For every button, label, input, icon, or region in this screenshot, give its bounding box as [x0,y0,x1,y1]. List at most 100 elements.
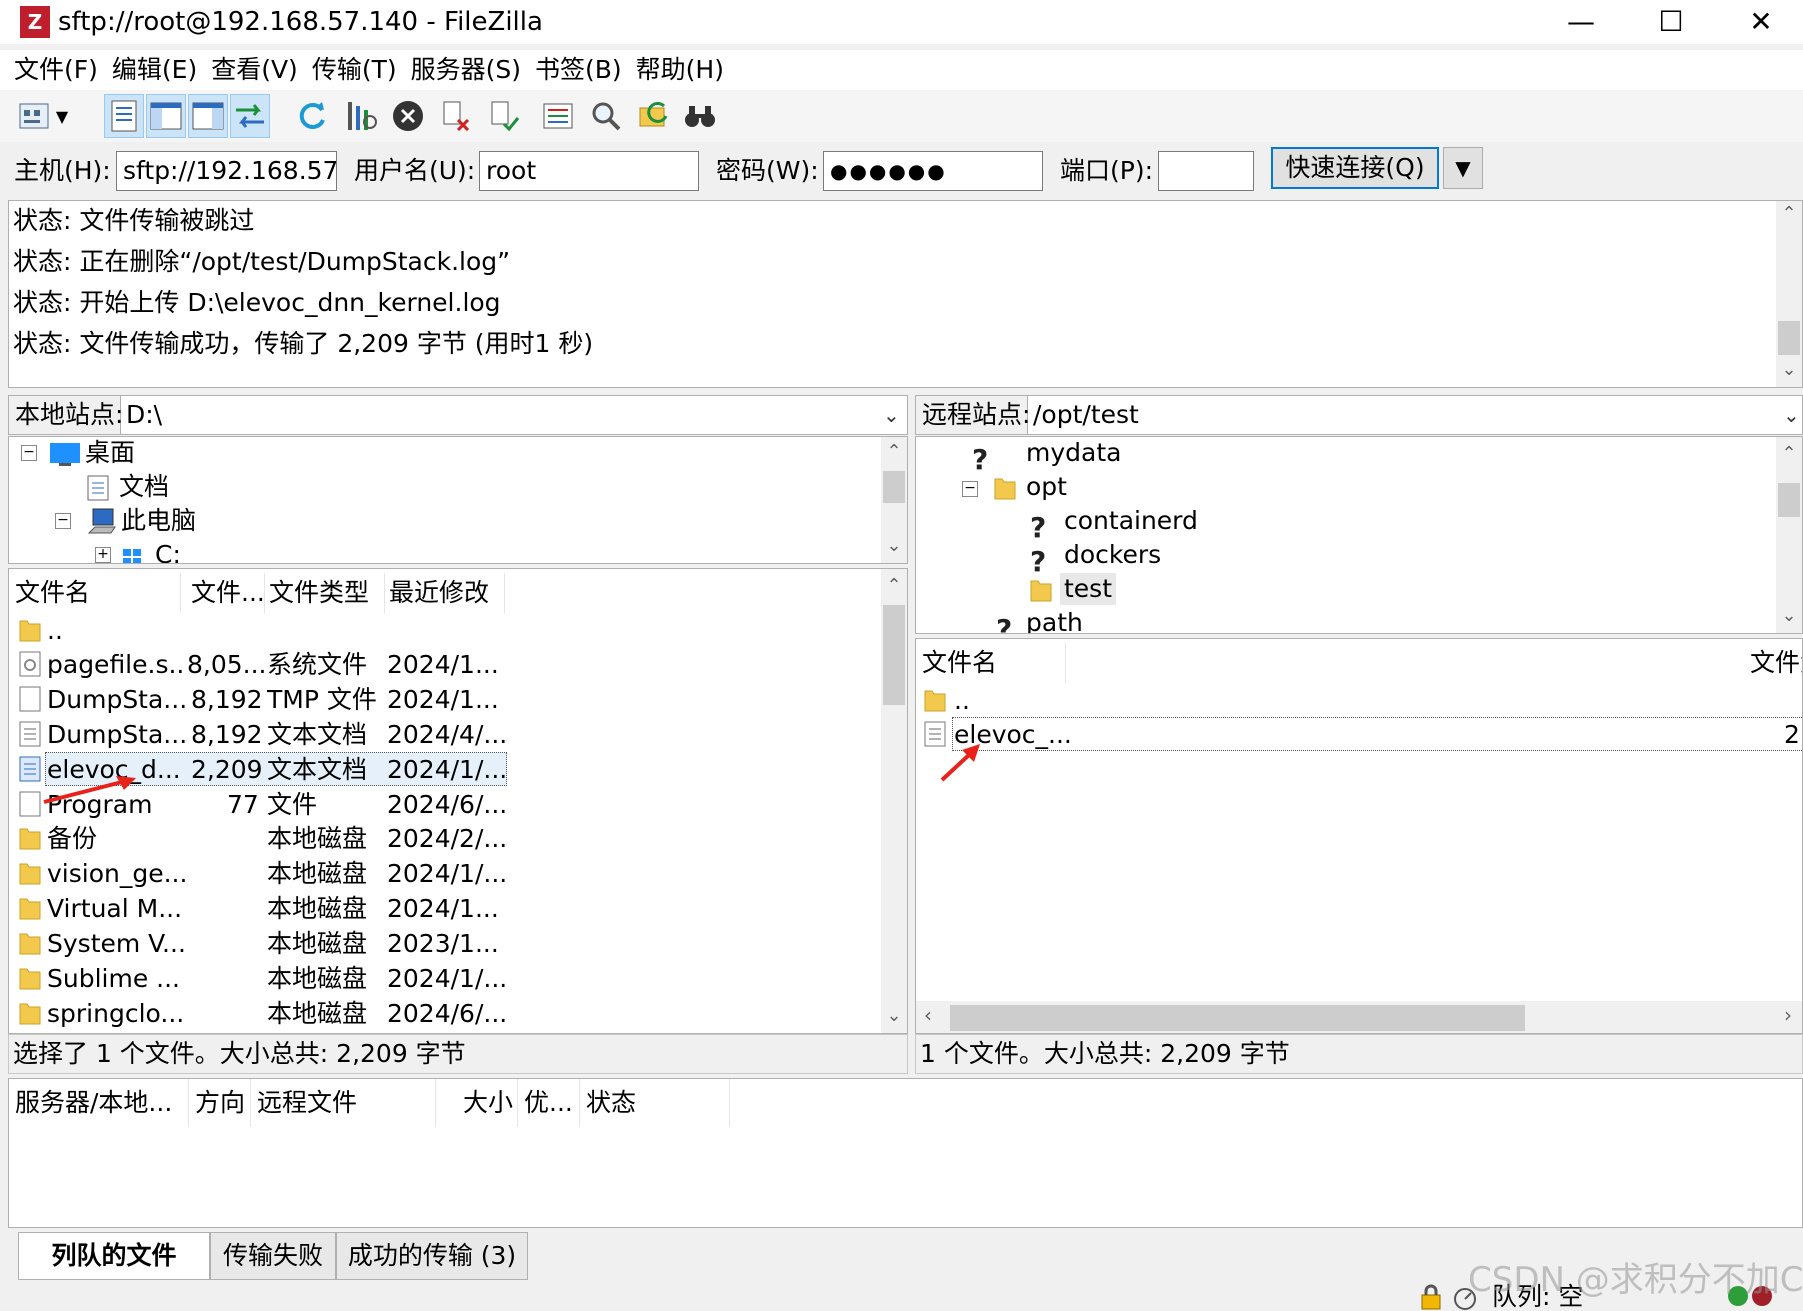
row-name[interactable]: .. [954,683,970,718]
quickconnect-button[interactable]: 快速连接(Q) [1271,147,1439,189]
queue-column-size[interactable]: 大小 [436,1079,518,1127]
reconnect-button[interactable] [484,94,524,138]
row-name[interactable]: DumpSta... [47,717,187,752]
tree-item-opt[interactable]: opt [1026,471,1067,503]
column-filename[interactable]: 文件名 [916,643,1066,683]
column-filesize[interactable]: 文件... [187,573,265,613]
quickconnect-history-dropdown[interactable]: ▼ [1443,147,1483,189]
scroll-down-arrow-icon[interactable]: ⌄ [1776,359,1802,380]
remote-path-input[interactable]: /opt/test [1033,396,1139,434]
menu-file[interactable]: 文件(F) [14,50,98,90]
toggle-filename-filter-button[interactable] [586,94,626,138]
queue-column-remote-file[interactable]: 远程文件 [251,1079,436,1127]
cancel-operation-button[interactable] [388,94,428,138]
scroll-left-arrow-icon[interactable]: ‹ [924,1003,932,1027]
site-manager-button[interactable]: ▼ [12,94,72,138]
tree-item-test[interactable]: test [1060,573,1117,605]
tab-successful-transfers[interactable]: 成功的传输 (3) [336,1232,528,1280]
local-tree-scrollbar[interactable]: ⌃ ⌄ [881,437,907,563]
row-name[interactable]: pagefile.s... [47,647,187,682]
transfer-queue[interactable]: 服务器/本地... 方向 远程文件 大小 优... 状态 [8,1078,1803,1228]
scroll-up-arrow-icon[interactable]: ⌃ [1776,203,1802,224]
menu-transfer[interactable]: 传输(T) [312,50,397,90]
refresh-button[interactable] [292,94,332,138]
local-directory-tree[interactable]: − 桌面 文档 − 此电脑 + C: ⌃ ⌄ [8,436,908,564]
queue-column-server-local[interactable]: 服务器/本地... [9,1079,189,1127]
column-filetype[interactable]: 文件类型 [265,573,385,613]
remote-list-hscrollbar[interactable]: ‹ › [916,1001,1802,1033]
chevron-down-icon[interactable]: ⌄ [1783,396,1800,434]
queue-column-direction[interactable]: 方向 [189,1079,251,1127]
queue-column-priority[interactable]: 优... [518,1079,580,1127]
row-name[interactable]: Virtual M... [47,891,187,926]
tree-item-path[interactable]: path [1026,607,1083,633]
tree-item-drive-c[interactable]: C: [155,539,181,563]
menu-help[interactable]: 帮助(H) [636,50,724,90]
search-remote-files-button[interactable] [680,94,720,138]
disconnect-button[interactable] [436,94,476,138]
maximize-button[interactable]: ☐ [1626,0,1716,44]
tree-item-mydata[interactable]: mydata [1026,437,1121,469]
menu-server[interactable]: 服务器(S) [411,50,521,90]
remote-directory-tree[interactable]: ? mydata − opt ? containerd ? dockers te… [915,436,1803,634]
chevron-down-icon[interactable]: ⌄ [883,396,900,434]
selected-row-highlight[interactable] [952,717,1802,751]
scroll-thumb[interactable] [1778,321,1800,355]
local-list-scrollbar[interactable]: ⌃ ⌄ [881,569,907,1033]
column-filename[interactable]: 文件名 [9,573,181,613]
collapse-toggle-icon[interactable]: − [21,445,37,461]
synchronized-browsing-button[interactable] [634,94,674,138]
scroll-up-arrow-icon[interactable]: ⌃ [1776,443,1802,464]
row-name[interactable]: springclo... [47,996,187,1031]
toggle-message-log-button[interactable] [104,94,144,138]
row-name[interactable]: vision_ge... [47,856,187,891]
menu-view[interactable]: 查看(V) [211,50,298,90]
row-name[interactable]: System V... [47,926,187,961]
log-scrollbar[interactable]: ⌃ ⌄ [1776,201,1802,387]
collapse-toggle-icon[interactable]: − [962,481,978,497]
row-name[interactable]: DumpSta... [47,682,187,717]
tree-item-desktop[interactable]: 桌面 [85,437,135,469]
toggle-remote-tree-button[interactable] [188,94,228,138]
process-queue-button[interactable] [340,94,380,138]
remote-file-list[interactable]: 文件名 文件大 .. elevoc_... 2, ‹ › [915,638,1803,1034]
scroll-down-arrow-icon[interactable]: ⌄ [881,535,907,556]
tab-queued-files[interactable]: 列队的文件 [18,1232,210,1280]
local-path-input[interactable]: D:\ [126,396,162,434]
column-modified[interactable]: 最近修改 [385,573,505,613]
scroll-thumb[interactable] [883,471,905,503]
scroll-down-arrow-icon[interactable]: ⌄ [881,1005,907,1026]
host-input[interactable]: sftp://192.168.57.1 [116,151,337,191]
scroll-thumb[interactable] [950,1005,1525,1031]
collapse-toggle-icon[interactable]: − [55,513,71,529]
scroll-up-arrow-icon[interactable]: ⌃ [881,575,907,596]
tree-item-documents[interactable]: 文档 [119,471,169,503]
expand-toggle-icon[interactable]: + [95,547,111,563]
message-log[interactable]: 状态: 文件传输被跳过 状态: 正在删除“/opt/test/DumpStack… [8,200,1803,388]
tree-item-this-pc[interactable]: 此电脑 [121,505,196,537]
row-name[interactable]: Sublime ... [47,961,187,996]
menu-bookmarks[interactable]: 书签(B) [535,50,622,90]
remote-tree-scrollbar[interactable]: ⌃ ⌄ [1776,437,1802,633]
scroll-right-arrow-icon[interactable]: › [1784,1003,1792,1027]
row-name[interactable]: .. [47,613,63,648]
local-file-list[interactable]: 文件名 文件... 文件类型 最近修改 .. pagefile.s... 8,0… [8,568,908,1034]
tree-item-containerd[interactable]: containerd [1064,505,1198,537]
tab-failed-transfers[interactable]: 传输失败 [210,1232,336,1280]
close-button[interactable]: ✕ [1716,0,1803,44]
scroll-down-arrow-icon[interactable]: ⌄ [1776,605,1802,626]
scroll-thumb[interactable] [883,605,905,705]
minimize-button[interactable]: — [1536,0,1626,44]
scroll-up-arrow-icon[interactable]: ⌃ [881,441,907,462]
directory-listing-filters-button[interactable] [538,94,578,138]
password-input[interactable]: ●●●●●● [823,151,1043,191]
toggle-local-tree-button[interactable] [146,94,186,138]
column-filesize[interactable]: 文件大 [1750,643,1802,683]
menu-edit[interactable]: 编辑(E) [112,50,197,90]
queue-column-status[interactable]: 状态 [580,1079,730,1127]
toggle-transfer-queue-button[interactable] [230,94,270,138]
row-name[interactable]: 备份 [47,821,187,856]
tree-item-dockers[interactable]: dockers [1064,539,1161,571]
scroll-thumb[interactable] [1778,483,1800,517]
port-input[interactable] [1158,151,1254,191]
